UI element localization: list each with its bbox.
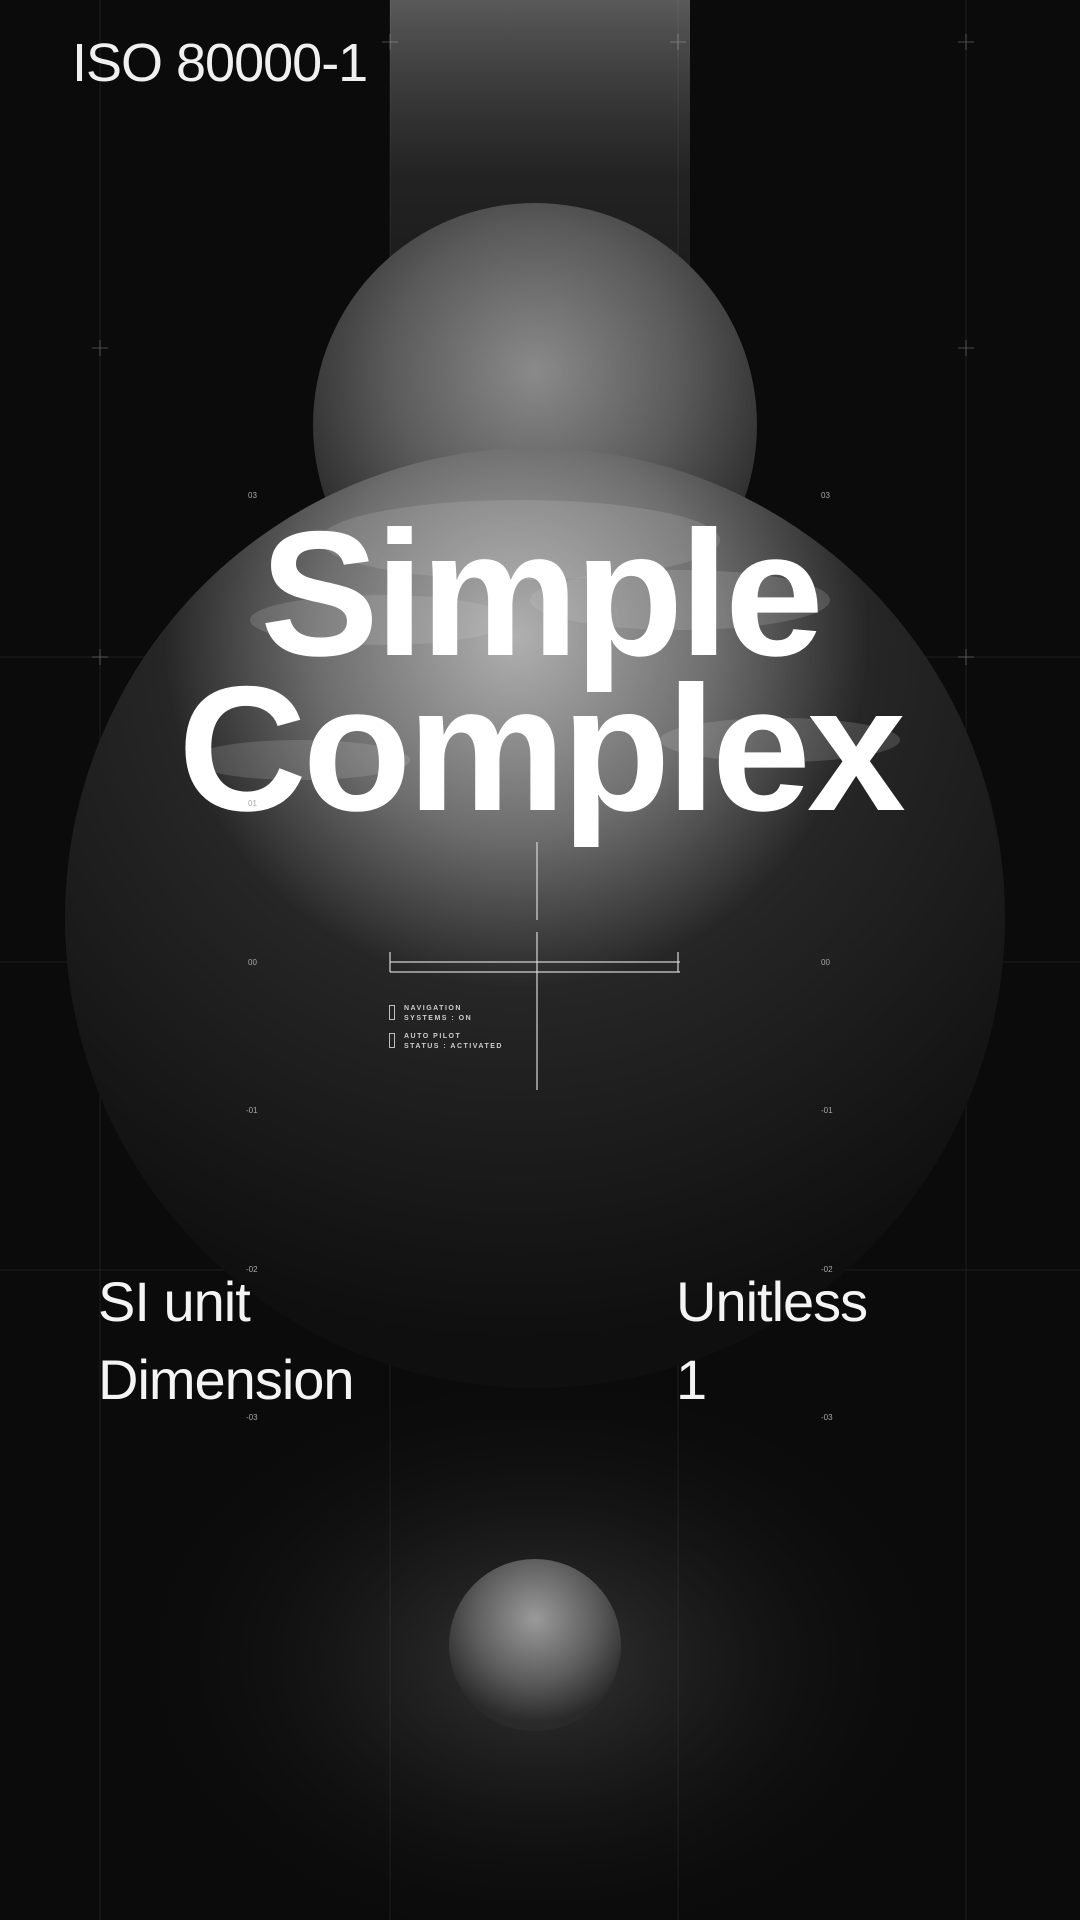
si-unit-value: Unitless	[676, 1270, 868, 1333]
navigation-status: NAVIGATION SYSTEMS : ON	[404, 1005, 473, 1022]
axis-tick-label: -03	[246, 1413, 258, 1422]
si-unit-label: SI unit	[98, 1270, 251, 1333]
axis-tick-label: -01	[821, 1106, 833, 1115]
status-bracket-icon	[389, 1005, 395, 1020]
background-scene	[0, 0, 1080, 1920]
dimension-label: Dimension	[98, 1348, 355, 1411]
dimension-value: 1	[676, 1348, 707, 1411]
axis-tick-label: 01	[248, 799, 257, 808]
small-moon	[449, 1559, 621, 1731]
axis-tick-label: 03	[821, 491, 830, 500]
headline-line-2: Complex	[178, 649, 906, 848]
axis-tick-label: 03	[248, 491, 257, 500]
autopilot-status: AUTO PILOT STATUS : ACTIVATED	[404, 1033, 503, 1050]
axis-tick-label: -01	[246, 1106, 258, 1115]
axis-tick-label: -03	[821, 1413, 833, 1422]
axis-tick-label: 00	[821, 958, 830, 967]
status-bracket-icon	[389, 1033, 395, 1048]
page-title: ISO 80000-1	[72, 33, 368, 93]
axis-tick-label: 00	[248, 958, 257, 967]
